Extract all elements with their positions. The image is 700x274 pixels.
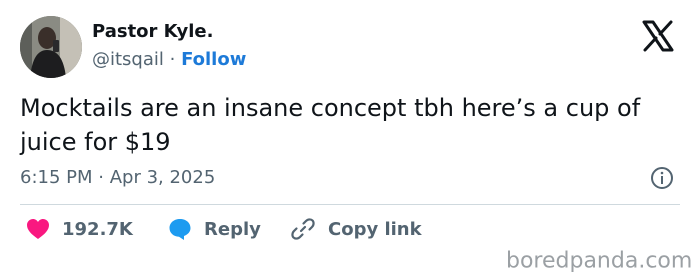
handle-row: @itsqail · Follow — [92, 49, 246, 70]
author-handle[interactable]: @itsqail — [92, 49, 164, 70]
tweet-text: Mocktails are an insane concept tbh here… — [20, 94, 641, 156]
heart-icon — [27, 219, 49, 239]
speech-bubble-icon — [169, 219, 191, 240]
copy-link-button[interactable]: Copy link — [290, 216, 422, 242]
info-icon[interactable] — [650, 166, 674, 190]
tweet-time: 6:15 PM — [20, 167, 93, 188]
timestamp[interactable]: 6:15 PM · Apr 3, 2025 — [20, 167, 215, 188]
avatar[interactable] — [20, 16, 82, 78]
like-count: 192.7K — [62, 218, 133, 240]
watermark: boredpanda.com — [506, 248, 693, 274]
author-name[interactable]: Pastor Kyle. — [92, 21, 213, 42]
reply-button[interactable]: Reply — [168, 216, 261, 242]
tweet-date: Apr 3, 2025 — [109, 167, 216, 188]
x-logo-icon[interactable] — [638, 16, 678, 56]
link-icon — [291, 218, 315, 240]
divider — [20, 204, 680, 205]
like-button[interactable]: 192.7K — [26, 216, 133, 242]
date-separator: · — [92, 167, 110, 188]
follow-button[interactable]: Follow — [181, 49, 246, 70]
copy-link-label: Copy link — [328, 218, 422, 240]
handle-separator: · — [163, 49, 182, 70]
reply-label: Reply — [204, 218, 261, 240]
